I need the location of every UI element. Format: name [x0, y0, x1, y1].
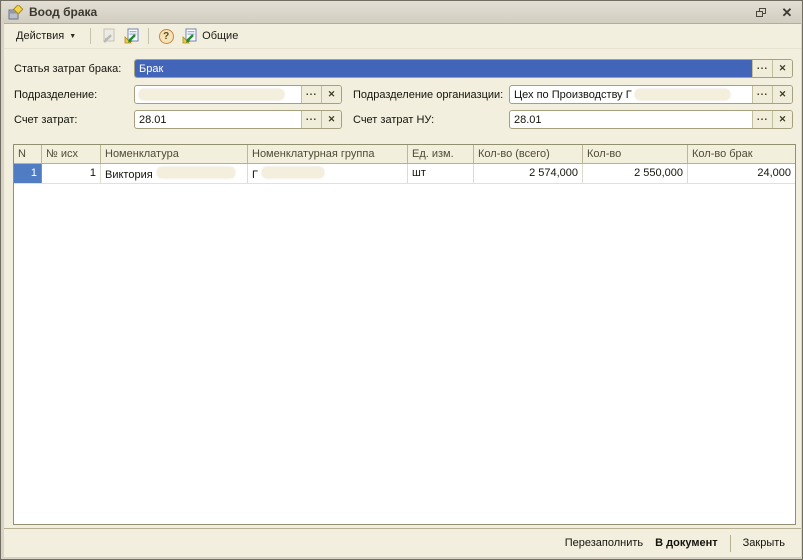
nom-group-cell[interactable]: Г [248, 164, 408, 183]
nomenclature-cell[interactable]: Виктория [101, 164, 248, 183]
qty-cell[interactable]: 2 550,000 [583, 164, 688, 183]
redaction [156, 167, 235, 178]
cost-account-value[interactable]: 28.01 [135, 111, 301, 128]
num-src-cell[interactable]: 1 [42, 164, 101, 183]
redaction [261, 167, 324, 178]
cost-item-label: Статья затрат брака: [14, 63, 122, 75]
cost-account-nu-clear-button[interactable]: ✕ [772, 111, 792, 128]
cost-item-value[interactable]: Брак [135, 60, 752, 77]
qty-total-cell[interactable]: 2 574,000 [474, 164, 583, 183]
cost-account-field[interactable]: 28.01 ... ✕ [134, 110, 342, 129]
redaction [139, 89, 284, 100]
row-number-cell[interactable]: 1 [14, 164, 42, 183]
cost-account-nu-value[interactable]: 28.01 [510, 111, 752, 128]
cost-item-picker-button[interactable]: ... [752, 60, 772, 77]
cost-account-nu-label: Счет затрат НУ: [353, 114, 435, 126]
common-document-icon [180, 27, 198, 45]
chevron-down-icon: ▼ [69, 32, 77, 40]
redaction [634, 89, 730, 100]
help-icon: ? [158, 28, 174, 44]
department-clear-button[interactable]: ✕ [321, 86, 341, 103]
org-department-picker-button[interactable]: ... [752, 86, 772, 103]
cost-account-clear-button[interactable]: ✕ [321, 111, 341, 128]
toolbar-separator [90, 28, 92, 44]
refill-document-icon[interactable] [122, 27, 140, 45]
common-label: Общие [202, 30, 239, 42]
footer-bar: Перезаполнить В документ Закрыть [4, 528, 801, 557]
toolbar-separator [148, 28, 150, 44]
nomenclature-text: Виктория [105, 169, 153, 181]
department-field[interactable]: ... ✕ [134, 85, 342, 104]
nom-group-text: Г [252, 169, 258, 181]
defect-entry-window: Воод брака ✕ Действия ▼ ? Общие Статья з… [0, 0, 803, 560]
department-value[interactable] [135, 86, 301, 103]
common-button[interactable]: Общие [180, 27, 238, 45]
table-header-row: N № исх Номенклатура Номенклатурная груп… [14, 145, 795, 164]
column-header-n[interactable]: N [14, 145, 42, 163]
close-icon: ✕ [781, 4, 793, 20]
actions-label: Действия [16, 30, 65, 42]
department-label: Подразделение: [14, 89, 98, 101]
table-row[interactable]: 1 1 Виктория Г шт 2 574,000 2 550,000 24… [14, 164, 795, 184]
restore-icon [756, 7, 766, 17]
cost-account-label: Счет затрат: [14, 114, 78, 126]
department-picker-button[interactable]: ... [301, 86, 321, 103]
defects-table: N № исх Номенклатура Номенклатурная груп… [13, 144, 796, 525]
cost-account-nu-field[interactable]: 28.01 ... ✕ [509, 110, 793, 129]
org-department-label: Подразделение органиазции: [353, 89, 504, 101]
cost-account-picker-button[interactable]: ... [301, 111, 321, 128]
cost-item-clear-button[interactable]: ✕ [772, 60, 792, 77]
close-window-button[interactable]: ✕ [779, 5, 795, 19]
column-header-num-src[interactable]: № исх [42, 145, 101, 163]
column-header-qty[interactable]: Кол-во [583, 145, 688, 163]
toolbar: Действия ▼ ? Общие [4, 24, 801, 49]
cost-item-field[interactable]: Брак ... ✕ [134, 59, 793, 78]
column-header-nom-group[interactable]: Номенклатурная группа [248, 145, 408, 163]
restore-window-button[interactable] [753, 5, 769, 19]
titlebar: Воод брака ✕ [2, 1, 801, 23]
column-header-qty-total[interactable]: Кол-во (всего) [474, 145, 583, 163]
actions-menu-button[interactable]: Действия ▼ [10, 28, 82, 44]
help-button[interactable]: ? [157, 27, 175, 45]
column-header-unit[interactable]: Ед. изм. [408, 145, 474, 163]
unit-cell[interactable]: шт [408, 164, 474, 183]
footer-separator [729, 534, 731, 552]
refill-button[interactable]: Перезаполнить [559, 534, 649, 552]
window-controls: ✕ [753, 5, 795, 19]
org-department-text: Цех по Производству Г [514, 88, 632, 101]
org-department-field[interactable]: Цех по Производству Г ... ✕ [509, 85, 793, 104]
column-header-nomenclature[interactable]: Номенклатура [101, 145, 248, 163]
window-title: Воод брака [29, 5, 98, 19]
to-document-button[interactable]: В документ [649, 534, 723, 552]
column-header-qty-defect[interactable]: Кол-во брак [688, 145, 795, 163]
fill-from-document-icon [99, 27, 117, 45]
org-department-clear-button[interactable]: ✕ [772, 86, 792, 103]
form-icon [8, 3, 24, 20]
qty-defect-cell[interactable]: 24,000 [688, 164, 795, 183]
close-button[interactable]: Закрыть [737, 534, 791, 552]
client-area: Действия ▼ ? Общие Статья затрат брака: … [4, 23, 801, 557]
org-department-value[interactable]: Цех по Производству Г [510, 86, 752, 103]
cost-account-nu-picker-button[interactable]: ... [752, 111, 772, 128]
